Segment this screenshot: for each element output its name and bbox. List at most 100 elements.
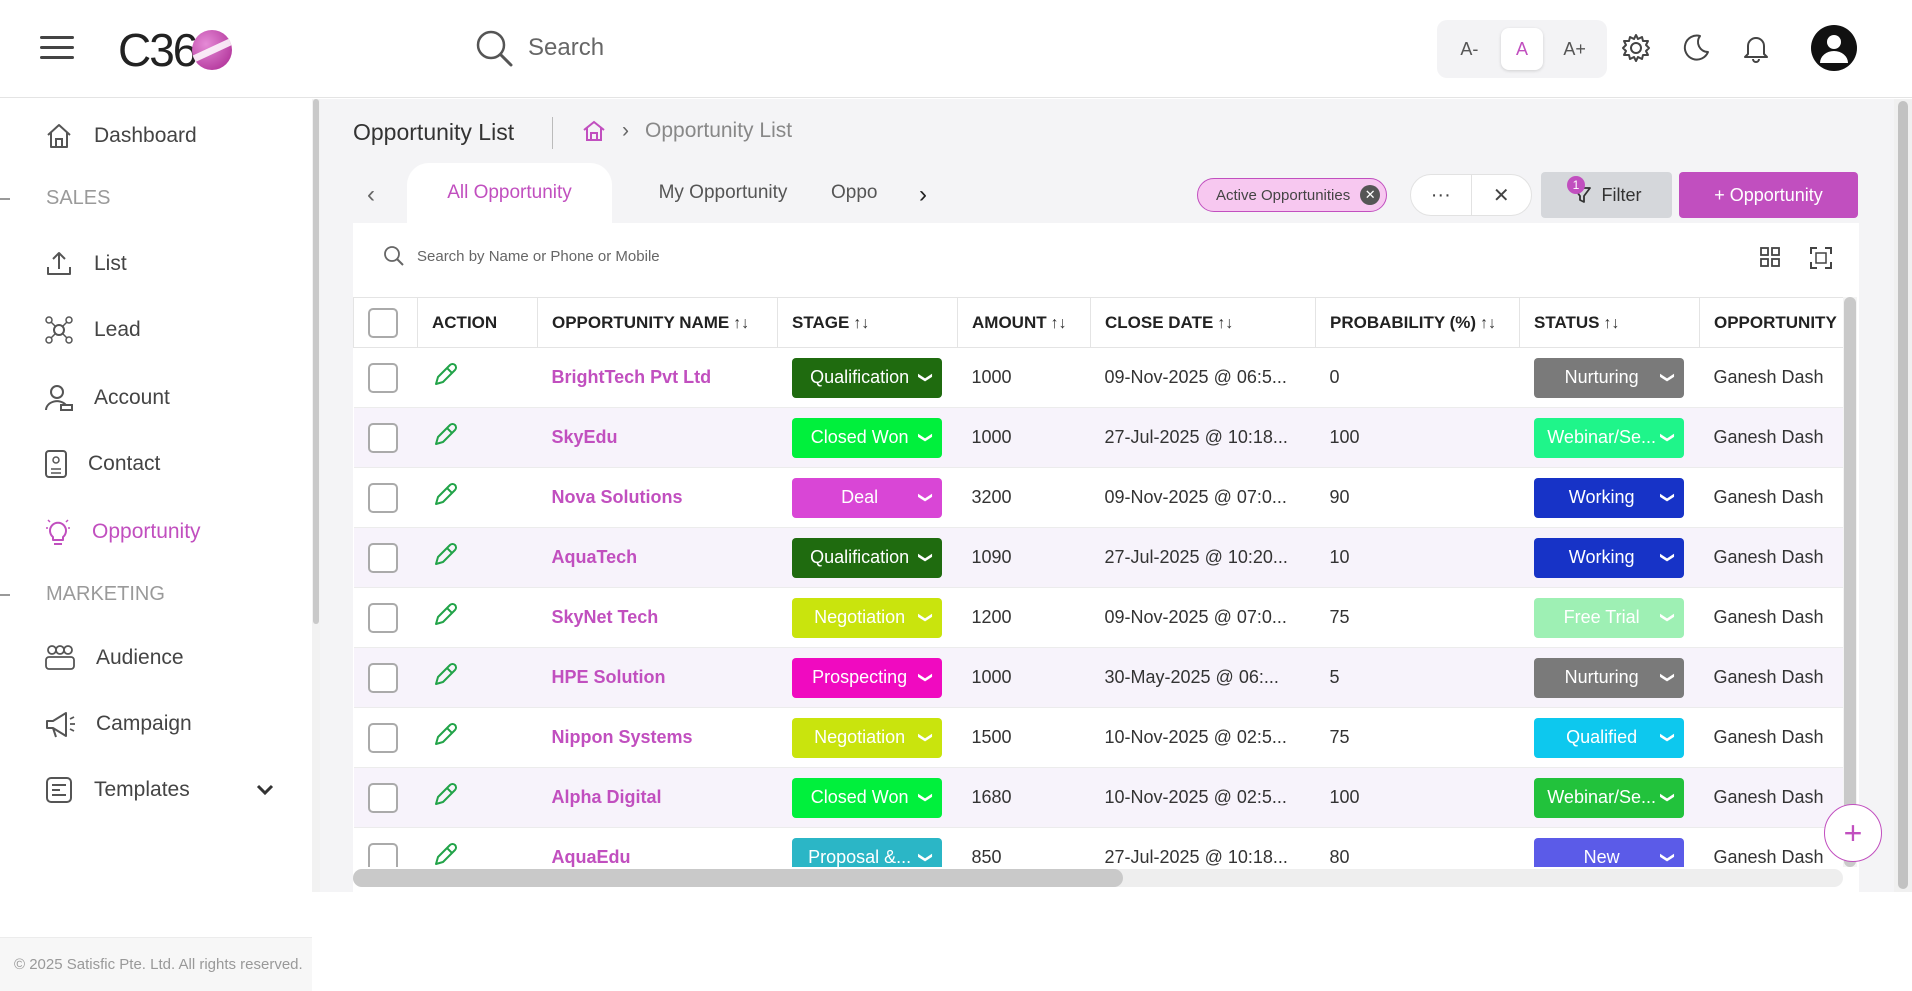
- clear-icon[interactable]: ✕: [1472, 175, 1532, 215]
- font-default-button[interactable]: A: [1500, 28, 1543, 70]
- table-row[interactable]: Nova Solutions Deal ❯ 3200 09-Nov-2025 @ 07:…: [353, 467, 1843, 528]
- status-dropdown[interactable]: Qualified ❯: [1533, 717, 1684, 758]
- col-stage[interactable]: STAGE ↑↓: [777, 297, 958, 348]
- sort-icon[interactable]: ↑↓: [1603, 315, 1619, 332]
- floating-add-button[interactable]: +: [1824, 804, 1882, 862]
- tab-my-opportunity[interactable]: My Opportunity: [623, 163, 823, 223]
- table-row[interactable]: Alpha Digital Closed Won ❯ 1680 10-Nov-2025 …: [353, 767, 1843, 828]
- status-dropdown[interactable]: Working ❯: [1533, 537, 1684, 578]
- table-row[interactable]: SkyEdu Closed Won ❯ 1000 27-Jul-2025 @ 10:18…: [353, 407, 1843, 468]
- chevron-down-icon[interactable]: [256, 784, 274, 796]
- status-dropdown[interactable]: Free Trial ❯: [1533, 597, 1684, 638]
- row-checkbox[interactable]: [367, 542, 398, 573]
- breadcrumb-home-icon[interactable]: [582, 120, 606, 142]
- chip-remove-icon[interactable]: ✕: [1360, 185, 1381, 205]
- sidebar-item-campaign[interactable]: Campaign: [44, 709, 192, 739]
- opportunity-name-link[interactable]: SkyEdu: [552, 427, 618, 447]
- sort-icon[interactable]: ↑↓: [733, 315, 749, 332]
- row-checkbox[interactable]: [367, 842, 398, 867]
- sidebar-item-audience[interactable]: Audience: [44, 643, 184, 673]
- edit-pencil-icon[interactable]: [432, 602, 458, 628]
- stage-dropdown[interactable]: Proposal &... ❯: [791, 837, 942, 867]
- sort-icon[interactable]: ↑↓: [853, 315, 869, 332]
- user-avatar[interactable]: [1811, 25, 1857, 71]
- page-scrollbar[interactable]: [1894, 99, 1912, 892]
- select-all-checkbox[interactable]: [368, 307, 398, 338]
- status-dropdown[interactable]: Working ❯: [1533, 477, 1684, 518]
- row-checkbox[interactable]: [367, 482, 398, 513]
- row-checkbox[interactable]: [367, 602, 398, 633]
- opportunity-name-link[interactable]: SkyNet Tech: [552, 607, 659, 627]
- settings-gear-icon[interactable]: [1618, 30, 1654, 66]
- stage-dropdown[interactable]: Closed Won ❯: [791, 417, 942, 458]
- row-checkbox[interactable]: [367, 722, 398, 753]
- stage-dropdown[interactable]: Qualification ❯: [791, 357, 942, 398]
- global-search[interactable]: Search: [474, 28, 604, 68]
- tabs-prev-icon[interactable]: ‹: [367, 181, 375, 209]
- col-amount[interactable]: AMOUNT ↑↓: [957, 297, 1091, 348]
- edit-pencil-icon[interactable]: [432, 722, 458, 748]
- col-close-date[interactable]: CLOSE DATE ↑↓: [1090, 297, 1316, 348]
- col-status[interactable]: STATUS ↑↓: [1519, 297, 1700, 348]
- sort-icon[interactable]: ↑↓: [1480, 315, 1496, 332]
- row-checkbox[interactable]: [367, 362, 398, 393]
- notification-bell-icon[interactable]: [1738, 30, 1774, 66]
- sidebar-item-templates[interactable]: Templates: [44, 775, 274, 805]
- table-horizontal-scrollbar[interactable]: [353, 869, 1843, 887]
- edit-pencil-icon[interactable]: [432, 782, 458, 808]
- tabs-next-icon[interactable]: ›: [919, 181, 927, 209]
- active-filter-chip[interactable]: Active Opportunities ✕: [1197, 178, 1388, 212]
- stage-dropdown[interactable]: Negotiation ❯: [791, 597, 942, 638]
- edit-pencil-icon[interactable]: [432, 662, 458, 688]
- hamburger-menu-icon[interactable]: [40, 36, 74, 62]
- dark-mode-moon-icon[interactable]: [1678, 30, 1714, 66]
- edit-pencil-icon[interactable]: [432, 362, 458, 388]
- opportunity-name-link[interactable]: Alpha Digital: [552, 787, 662, 807]
- sidebar-item-dashboard[interactable]: Dashboard: [44, 121, 197, 151]
- opportunity-name-link[interactable]: AquaEdu: [552, 847, 631, 867]
- filter-button[interactable]: 1 Filter: [1541, 172, 1672, 218]
- opportunity-name-link[interactable]: BrightTech Pvt Ltd: [552, 367, 712, 387]
- sidebar-item-account[interactable]: Account: [44, 383, 170, 413]
- table-row[interactable]: HPE Solution Prospecting ❯ 1000 30-May-2025 …: [353, 647, 1843, 708]
- edit-pencil-icon[interactable]: [432, 422, 458, 448]
- sort-icon[interactable]: ↑↓: [1051, 315, 1067, 332]
- stage-dropdown[interactable]: Prospecting ❯: [791, 657, 942, 698]
- grid-view-icon[interactable]: [1758, 245, 1782, 269]
- add-opportunity-button[interactable]: + Opportunity: [1679, 172, 1858, 218]
- opportunity-name-link[interactable]: HPE Solution: [552, 667, 666, 687]
- stage-dropdown[interactable]: Deal ❯: [791, 477, 942, 518]
- table-search[interactable]: Search by Name or Phone or Mobile: [383, 245, 660, 267]
- sidebar-scrollbar[interactable]: [312, 99, 320, 892]
- table-row[interactable]: AquaEdu Proposal &... ❯ 850 27-Jul-2025 @ 10…: [353, 827, 1843, 867]
- sort-icon[interactable]: ↑↓: [1217, 315, 1233, 332]
- stage-dropdown[interactable]: Negotiation ❯: [791, 717, 942, 758]
- col-probability[interactable]: PROBABILITY (%) ↑↓: [1315, 297, 1520, 348]
- font-increase-button[interactable]: A+: [1554, 28, 1596, 70]
- tab-all-opportunity[interactable]: All Opportunity: [407, 163, 612, 223]
- logo[interactable]: C36: [118, 22, 233, 78]
- fullscreen-icon[interactable]: [1808, 245, 1834, 271]
- opportunity-name-link[interactable]: Nippon Systems: [552, 727, 693, 747]
- status-dropdown[interactable]: Nurturing ❯: [1533, 357, 1684, 398]
- sidebar-item-opportunity[interactable]: Opportunity: [44, 517, 201, 547]
- more-options-icon[interactable]: ···: [1411, 175, 1472, 215]
- table-row[interactable]: AquaTech Qualification ❯ 1090 27-Jul-2025 @ …: [353, 527, 1843, 588]
- table-row[interactable]: BrightTech Pvt Ltd Qualification ❯ 1000 09-N…: [353, 347, 1843, 408]
- sidebar-item-lead[interactable]: Lead: [44, 315, 141, 345]
- row-checkbox[interactable]: [367, 662, 398, 693]
- table-row[interactable]: SkyNet Tech Negotiation ❯ 1200 09-Nov-2025 @…: [353, 587, 1843, 648]
- col-opportunity-name[interactable]: OPPORTUNITY NAME ↑↓: [537, 297, 778, 348]
- col-opportunity-owner[interactable]: OPPORTUNITY: [1699, 297, 1843, 348]
- table-row[interactable]: Nippon Systems Negotiation ❯ 1500 10-Nov-202…: [353, 707, 1843, 768]
- stage-dropdown[interactable]: Closed Won ❯: [791, 777, 942, 818]
- font-decrease-button[interactable]: A-: [1448, 28, 1490, 70]
- edit-pencil-icon[interactable]: [432, 482, 458, 508]
- status-dropdown[interactable]: Webinar/Se... ❯: [1533, 777, 1684, 818]
- row-checkbox[interactable]: [367, 782, 398, 813]
- status-dropdown[interactable]: New ❯: [1533, 837, 1684, 867]
- opportunity-name-link[interactable]: Nova Solutions: [552, 487, 683, 507]
- edit-pencil-icon[interactable]: [432, 842, 458, 867]
- sidebar-item-list[interactable]: List: [44, 249, 127, 279]
- status-dropdown[interactable]: Nurturing ❯: [1533, 657, 1684, 698]
